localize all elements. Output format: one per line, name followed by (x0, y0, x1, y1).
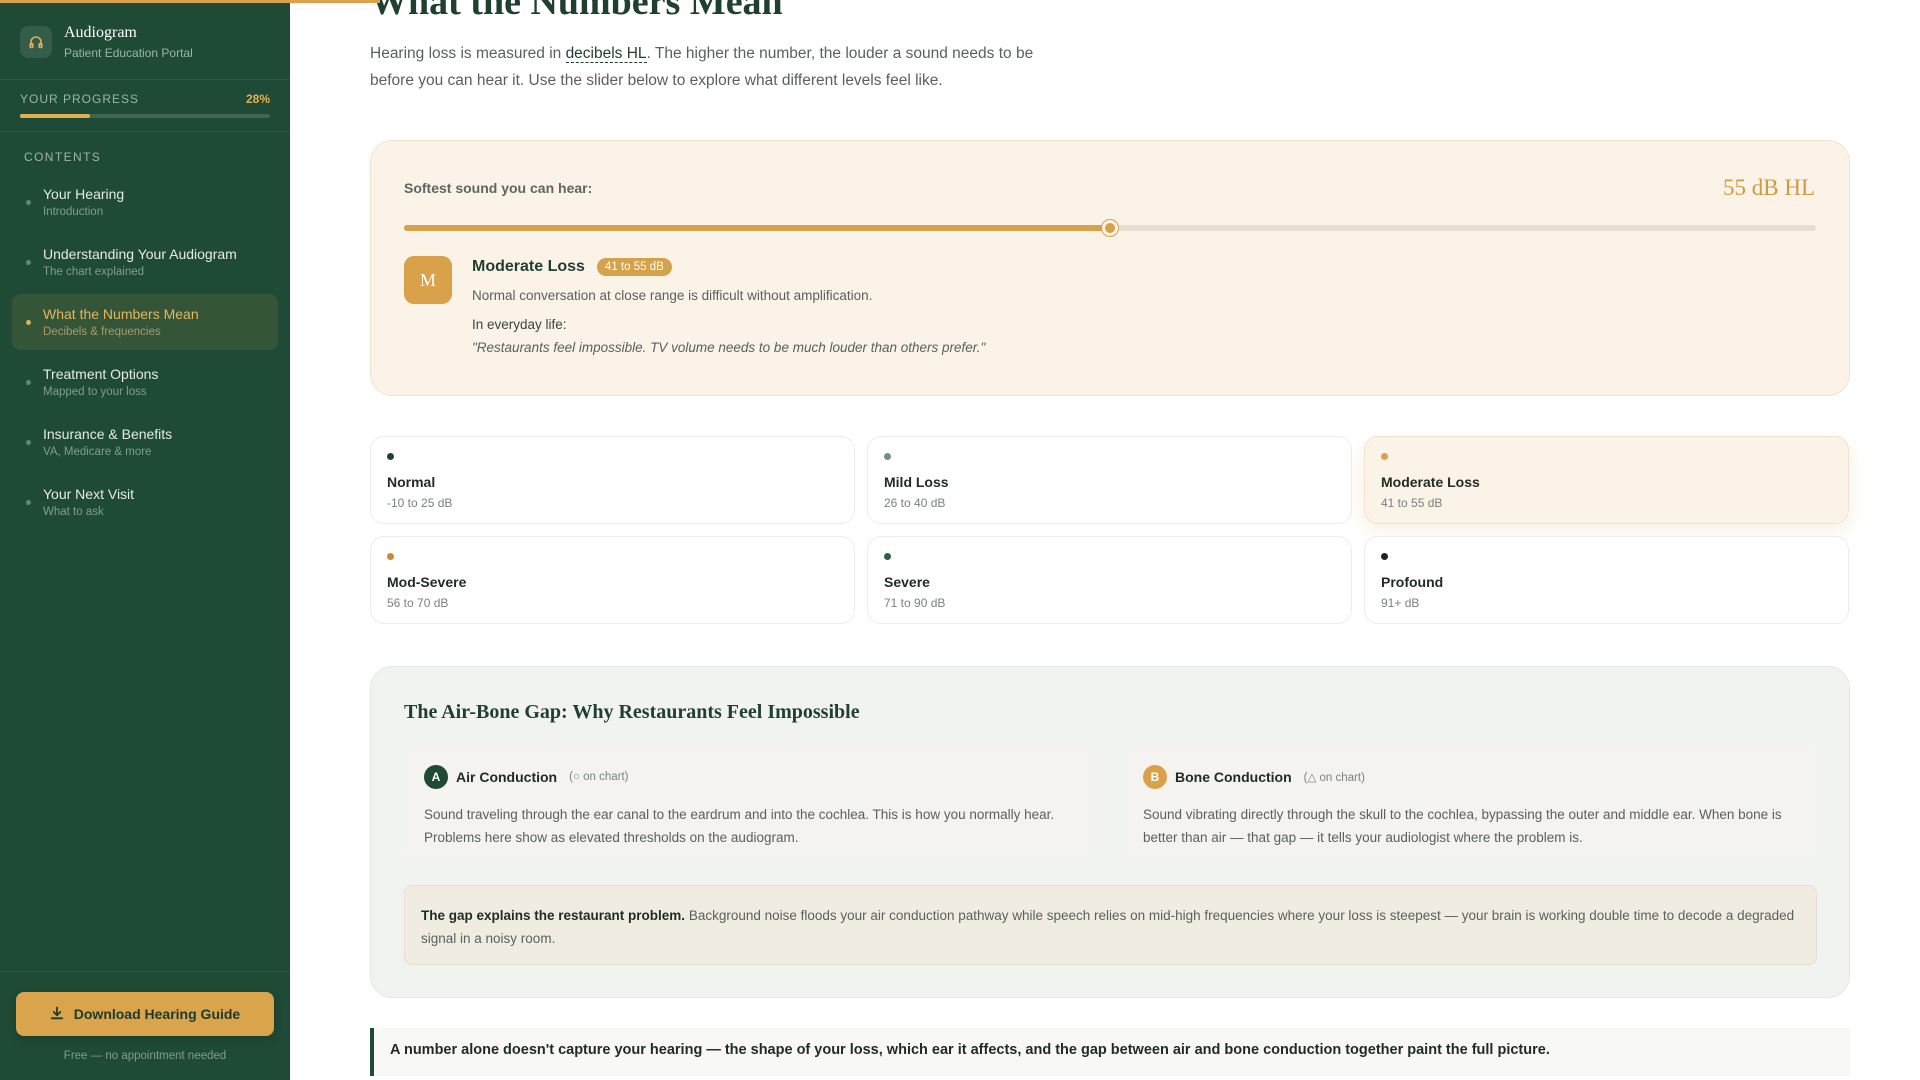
nav-item-understanding-audiogram[interactable]: Understanding Your Audiogram The chart ex… (12, 234, 278, 290)
gap-callout: The gap explains the restaurant problem.… (404, 885, 1817, 965)
bone-conduction-card: B Bone Conduction (△ on chart) Sound vib… (1123, 747, 1816, 857)
nav-subtitle: Decibels & frequencies (43, 326, 161, 338)
app-subtitle: Patient Education Portal (64, 45, 193, 60)
level-card-severe[interactable]: Severe 71 to 90 dB (867, 536, 1352, 624)
nav-item-next-visit[interactable]: Your Next Visit What to ask (12, 474, 278, 530)
nav-title: Insurance & Benefits (43, 426, 173, 442)
nav-title: Treatment Options (43, 366, 159, 382)
nav-subtitle: The chart explained (43, 266, 145, 278)
callout-heading: The gap explains the restaurant problem. (421, 908, 686, 923)
level-range-badge: 41 to 55 dB (596, 258, 672, 276)
everyday-life-quote: "Restaurants feel impossible. TV volume … (472, 340, 986, 355)
key-takeaway: A number alone doesn't capture your hear… (370, 1028, 1850, 1076)
nav-dot (26, 379, 31, 385)
brand: Audiogram Patient Education Portal (0, 0, 290, 80)
progress-track (20, 114, 270, 118)
nav-item-insurance-benefits[interactable]: Insurance & Benefits VA, Medicare & more (12, 414, 278, 470)
nav-subtitle: Introduction (43, 206, 104, 218)
contents-label: CONTENTS (24, 150, 102, 164)
hearing-level-slider[interactable] (404, 220, 1816, 236)
level-card-name: Moderate Loss (1381, 474, 1480, 490)
nav-subtitle: Mapped to your loss (43, 386, 147, 398)
progress-fill (20, 114, 90, 118)
intro-paragraph: Hearing loss is measured in decibels HL.… (370, 40, 1050, 94)
bone-letter-badge: B (1143, 765, 1167, 789)
progress-label: YOUR PROGRESS (20, 92, 140, 106)
nav-subtitle: VA, Medicare & more (43, 446, 152, 458)
level-card-mild[interactable]: Mild Loss 26 to 40 dB (867, 436, 1352, 524)
level-dot (387, 453, 394, 460)
level-card-profound[interactable]: Profound 91+ dB (1364, 536, 1849, 624)
nav-item-your-hearing[interactable]: Your Hearing Introduction (12, 174, 278, 230)
progress-block: YOUR PROGRESS 28% (0, 80, 290, 132)
level-card-range: 26 to 40 dB (884, 496, 946, 510)
nav-title: Your Next Visit (43, 486, 135, 502)
level-card-range: 56 to 70 dB (387, 596, 449, 610)
sidebar: Audiogram Patient Education Portal YOUR … (0, 0, 290, 1080)
level-card-name: Profound (1381, 574, 1444, 590)
decibels-hl-link[interactable]: decibels HL (565, 45, 647, 63)
nav-title: Understanding Your Audiogram (43, 246, 237, 262)
level-badge: M (404, 256, 452, 304)
page-title: What the Numbers Mean (370, 0, 783, 23)
air-conduction-title: Air Conduction (456, 769, 558, 785)
nav-dot (26, 439, 31, 445)
level-card-name: Mod-Severe (387, 574, 467, 590)
sidebar-footer: Download Hearing Guide Free — no appoint… (0, 971, 290, 1080)
nav-title: What the Numbers Mean (43, 306, 199, 322)
download-guide-button[interactable]: Download Hearing Guide (16, 992, 274, 1036)
nav-subtitle: What to ask (43, 506, 104, 518)
slider-fill (404, 225, 1110, 231)
level-card-moderate[interactable]: Moderate Loss 41 to 55 dB (1364, 436, 1849, 524)
bone-conduction-text: Sound vibrating directly through the sku… (1143, 807, 1782, 845)
nav-dot (26, 319, 31, 325)
level-card-range: 41 to 55 dB (1381, 496, 1443, 510)
nav-dot (26, 499, 31, 505)
everyday-life-label: In everyday life: (472, 317, 567, 332)
progress-percent: 28% (245, 92, 270, 106)
app-title: Audiogram (64, 23, 137, 41)
reading-progress-line (0, 0, 380, 3)
air-chart-note: (○ on chart) (569, 771, 629, 783)
nav-item-what-numbers-mean[interactable]: What the Numbers Mean Decibels & frequenc… (12, 294, 278, 350)
nav-item-treatment-options[interactable]: Treatment Options Mapped to your loss (12, 354, 278, 410)
level-card-name: Mild Loss (884, 474, 949, 490)
nav-title: Your Hearing (43, 186, 125, 202)
nav-dot (26, 259, 31, 265)
bone-chart-note: (△ on chart) (1303, 772, 1365, 784)
hearing-level-explorer: Softest sound you can hear: 55 dB HL M M… (370, 140, 1850, 396)
air-conduction-text: Sound traveling through the ear canal to… (424, 807, 1055, 845)
section-title: The Air-Bone Gap: Why Restaurants Feel I… (404, 701, 860, 723)
air-letter-badge: A (424, 765, 448, 789)
contents-nav: Your Hearing Introduction Understanding Y… (0, 174, 290, 530)
hearing-levels-grid: Normal -10 to 25 dB Mild Loss 26 to 40 d… (370, 436, 1850, 624)
bone-conduction-title: Bone Conduction (1175, 769, 1292, 785)
air-conduction-card: A Air Conduction (○ on chart) Sound trav… (404, 747, 1094, 857)
level-dot (387, 553, 394, 560)
headphones-icon (20, 25, 52, 58)
air-bone-gap-section: The Air-Bone Gap: Why Restaurants Feel I… (370, 666, 1850, 998)
level-name: Moderate Loss (472, 258, 585, 275)
level-card-name: Normal (387, 474, 436, 490)
level-card-name: Severe (884, 574, 930, 590)
level-card-range: 71 to 90 dB (884, 596, 946, 610)
level-dot (1381, 453, 1388, 460)
nav-dot (26, 199, 31, 205)
level-description: Normal conversation at close range is di… (472, 288, 873, 303)
download-note: Free — no appointment needed (63, 1050, 227, 1062)
level-dot (1381, 553, 1388, 560)
level-card-mod-severe[interactable]: Mod-Severe 56 to 70 dB (370, 536, 855, 624)
level-card-range: -10 to 25 dB (387, 496, 453, 510)
intro-text-before: Hearing loss is measured in (370, 45, 566, 62)
level-info: Moderate Loss 41 to 55 dB Normal convers… (472, 258, 1815, 355)
download-button-label: Download Hearing Guide (73, 1006, 241, 1022)
download-icon (50, 1006, 64, 1023)
slider-value-readout: 55 dB HL (1723, 175, 1815, 200)
level-card-range: 91+ dB (1381, 596, 1420, 610)
slider-label: Softest sound you can hear: (404, 180, 593, 196)
level-dot (884, 453, 891, 460)
level-dot (884, 553, 891, 560)
slider-thumb[interactable] (1102, 220, 1118, 236)
level-card-normal[interactable]: Normal -10 to 25 dB (370, 436, 855, 524)
